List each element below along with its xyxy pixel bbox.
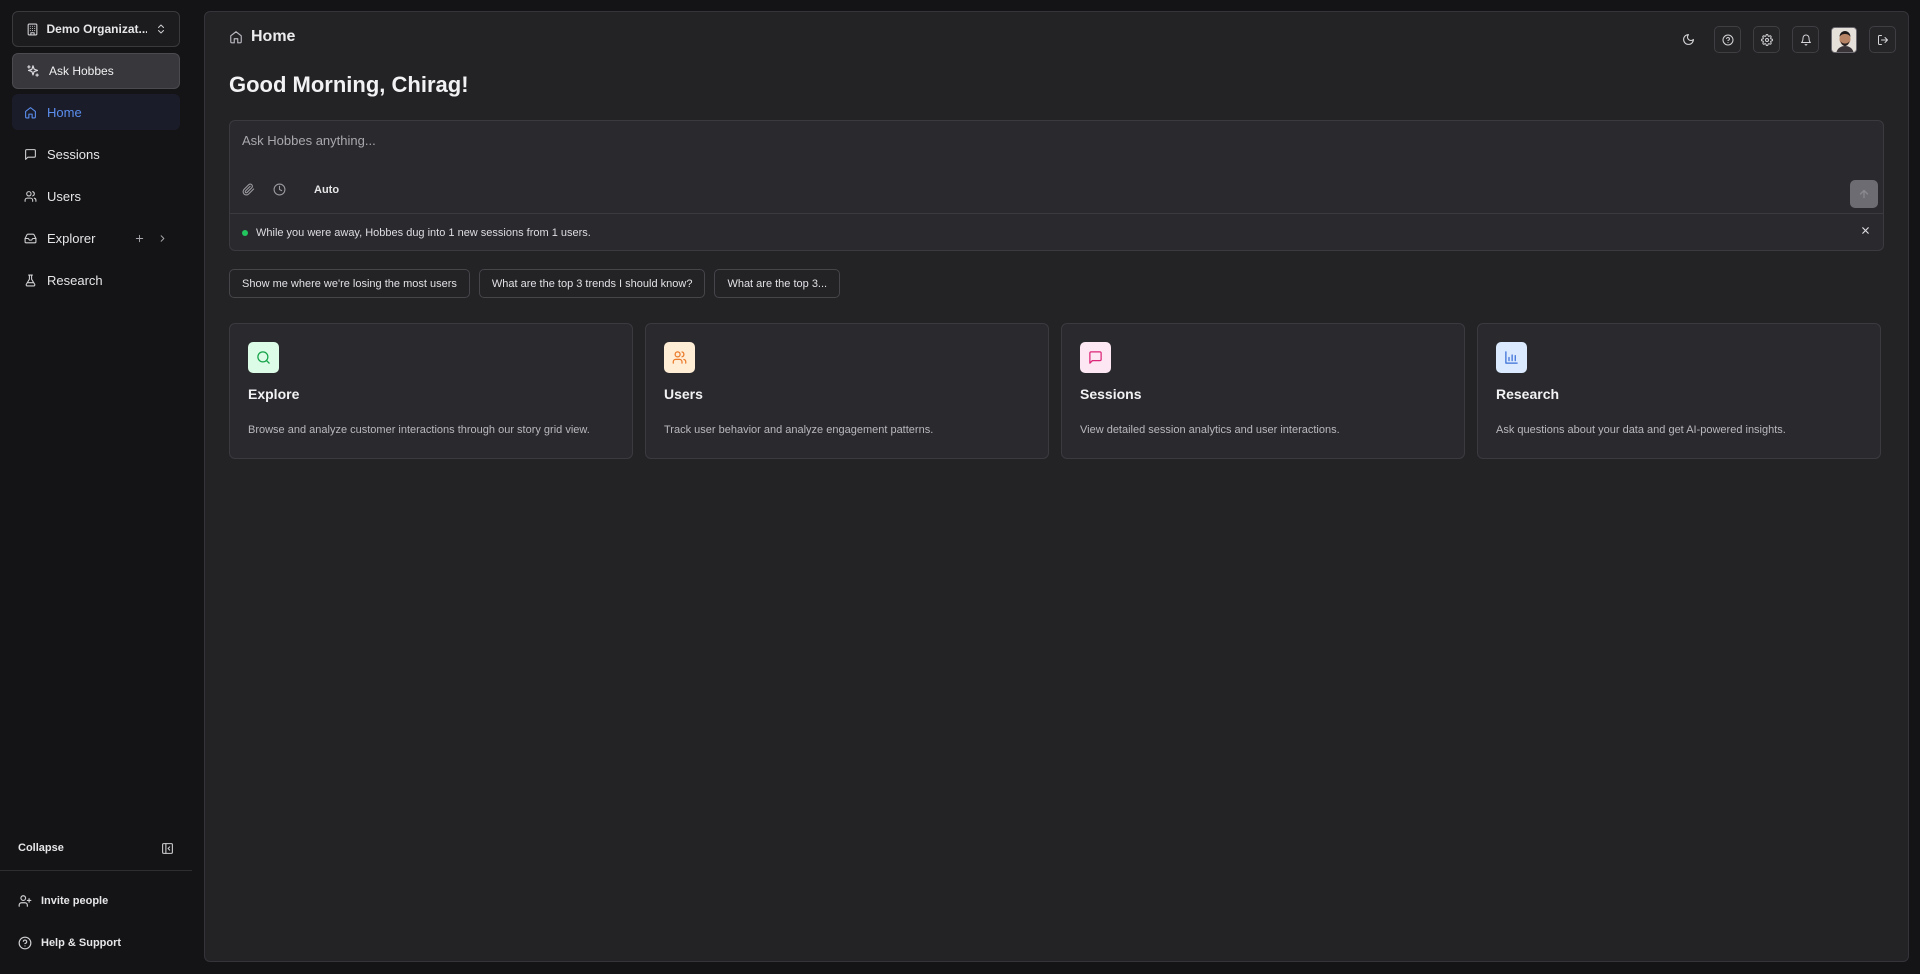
paperclip-icon[interactable] <box>242 183 255 196</box>
sidebar-item-label: Sessions <box>47 146 100 162</box>
search-icon <box>248 342 279 373</box>
card-description: Ask questions about your data and get AI… <box>1496 424 1786 436</box>
log-out-icon <box>1877 34 1889 46</box>
settings-button[interactable] <box>1753 26 1780 53</box>
clock-icon[interactable] <box>273 183 286 196</box>
organization-name: Demo Organizat... <box>46 22 147 36</box>
card-title: Users <box>664 386 703 402</box>
card-sessions[interactable]: Sessions View detailed session analytics… <box>1061 323 1465 459</box>
collapse-label: Collapse <box>18 842 64 854</box>
mode-selector[interactable]: Auto <box>314 184 339 196</box>
home-icon <box>24 106 37 119</box>
sidebar-item-label: Users <box>47 188 81 204</box>
chevron-right-icon[interactable] <box>157 233 168 244</box>
main-panel: Home Good Morning, Chirag! Ask Hobbes an… <box>204 11 1909 962</box>
ask-hobbes-button[interactable]: Ask Hobbes <box>12 53 180 89</box>
panel-left-close-icon[interactable] <box>161 842 174 855</box>
breadcrumb-label: Home <box>251 28 296 45</box>
card-description: View detailed session analytics and user… <box>1080 424 1340 436</box>
user-plus-icon <box>18 894 32 908</box>
breadcrumb: Home <box>229 26 295 48</box>
users-icon <box>664 342 695 373</box>
sidebar-item-research[interactable]: Research <box>12 262 180 298</box>
feature-cards: Explore Browse and analyze customer inte… <box>229 323 1881 459</box>
invite-people-label: Invite people <box>41 895 109 907</box>
sparkles-icon <box>26 64 40 78</box>
sidebar-item-home[interactable]: Home <box>12 94 180 130</box>
ask-panel: Auto While you were away, Hobbes dug int… <box>229 120 1884 251</box>
help-circle-icon <box>1722 34 1734 46</box>
ask-composer: Auto <box>230 121 1883 214</box>
logout-button[interactable] <box>1869 26 1896 53</box>
away-notice-text: While you were away, Hobbes dug into 1 n… <box>256 227 591 239</box>
help-circle-icon <box>18 936 32 950</box>
flask-icon <box>24 274 37 287</box>
chevrons-up-down-icon <box>155 23 167 35</box>
sidebar: Demo Organizat... Ask Hobbes Home Sessio… <box>0 0 200 974</box>
suggestion-chip[interactable]: What are the top 3... <box>714 269 841 298</box>
page-title: Good Morning, Chirag! <box>229 72 469 97</box>
building-icon <box>26 23 39 36</box>
card-description: Track user behavior and analyze engageme… <box>664 424 934 436</box>
sidebar-item-label: Research <box>47 272 103 288</box>
collapse-sidebar[interactable]: Collapse <box>18 838 174 858</box>
gear-icon <box>1760 33 1773 46</box>
card-title: Sessions <box>1080 386 1142 402</box>
home-icon <box>229 30 243 44</box>
help-button[interactable] <box>1714 26 1741 53</box>
explorer-actions <box>134 220 168 256</box>
message-square-icon <box>24 148 37 161</box>
ask-input[interactable] <box>242 129 1542 151</box>
organization-switcher[interactable]: Demo Organizat... <box>12 11 180 47</box>
suggestion-chips: Show me where we're losing the most user… <box>229 269 841 298</box>
help-support-link[interactable]: Help & Support <box>18 933 121 953</box>
moon-icon <box>1682 33 1695 46</box>
send-button[interactable] <box>1850 180 1878 208</box>
card-users[interactable]: Users Track user behavior and analyze en… <box>645 323 1049 459</box>
sidebar-divider <box>0 870 192 871</box>
status-dot <box>242 230 248 236</box>
bell-icon <box>1800 34 1812 46</box>
arrow-up-icon <box>1858 188 1870 200</box>
header-actions <box>1675 26 1896 53</box>
sidebar-nav: Home Sessions Users Explorer Research <box>12 94 180 304</box>
ask-hobbes-label: Ask Hobbes <box>49 64 114 78</box>
message-square-icon <box>1080 342 1111 373</box>
invite-people-link[interactable]: Invite people <box>18 891 108 911</box>
bar-chart-icon <box>1496 342 1527 373</box>
users-icon <box>24 190 37 203</box>
card-research[interactable]: Research Ask questions about your data a… <box>1477 323 1881 459</box>
sidebar-item-label: Home <box>47 104 82 120</box>
away-notice: While you were away, Hobbes dug into 1 n… <box>242 225 1871 241</box>
plus-icon[interactable] <box>134 233 145 244</box>
avatar[interactable] <box>1831 26 1857 53</box>
close-icon[interactable] <box>1860 225 1871 236</box>
ask-tools: Auto <box>242 183 339 196</box>
notifications-button[interactable] <box>1792 26 1819 53</box>
suggestion-chip[interactable]: Show me where we're losing the most user… <box>229 269 470 298</box>
sidebar-item-label: Explorer <box>47 230 96 246</box>
card-title: Research <box>1496 386 1560 402</box>
card-description: Browse and analyze customer interactions… <box>248 424 590 436</box>
sidebar-item-users[interactable]: Users <box>12 178 180 214</box>
inbox-icon <box>24 232 37 245</box>
suggestion-chip[interactable]: What are the top 3 trends I should know? <box>478 269 706 298</box>
card-title: Explore <box>248 386 300 402</box>
sidebar-item-explorer[interactable]: Explorer <box>12 220 180 256</box>
help-support-label: Help & Support <box>41 937 122 949</box>
card-explore[interactable]: Explore Browse and analyze customer inte… <box>229 323 633 459</box>
theme-toggle-button[interactable] <box>1675 26 1702 53</box>
sidebar-item-sessions[interactable]: Sessions <box>12 136 180 172</box>
